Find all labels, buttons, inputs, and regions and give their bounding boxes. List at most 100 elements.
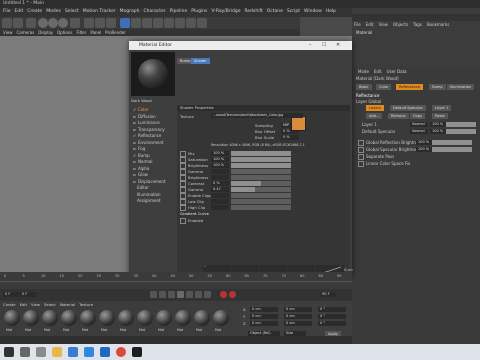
channel-checkbox[interactable]: ✓ (133, 153, 137, 158)
am-menu-mode[interactable]: Mode (358, 69, 369, 74)
channel-normal[interactable]: ▫ Normal (133, 159, 152, 164)
menu-item-file[interactable]: File (3, 9, 11, 14)
channel-checkbox[interactable]: ▫ (133, 172, 137, 177)
view-menu-panel[interactable]: Panel (90, 30, 101, 35)
mat-menu-view[interactable]: View (31, 302, 40, 307)
channel-checkbox[interactable]: ▫ (133, 120, 137, 125)
channel-alpha[interactable]: ▫ Alpha (133, 166, 149, 171)
channel-checkbox[interactable]: ▫ (133, 159, 137, 164)
subdivision-icon[interactable] (142, 18, 152, 28)
channel-checkbox[interactable]: ▫ (133, 166, 137, 171)
view-menu-cameras[interactable]: Cameras (17, 30, 35, 35)
menu-item-create[interactable]: Create (27, 9, 42, 14)
menu-item-motion-tracker[interactable]: Motion Tracker (83, 9, 116, 14)
layer-remove-button[interactable]: Remove (388, 113, 409, 119)
channel-checkbox[interactable]: ✓ (133, 107, 137, 112)
autokey-icon[interactable] (229, 291, 236, 298)
undo-icon[interactable] (2, 18, 12, 28)
edge-icon[interactable] (68, 347, 78, 357)
layer-add-button[interactable]: Add... (366, 113, 383, 119)
channel-environment[interactable]: ▫ Environment (133, 140, 164, 145)
coord-size-field[interactable]: 0 cm (284, 321, 312, 326)
render-picture-icon[interactable] (95, 18, 105, 28)
material-swatch[interactable] (156, 310, 172, 326)
prop-slider[interactable] (231, 181, 291, 186)
menu-item-edit[interactable]: Edit (15, 9, 24, 14)
first-frame-icon[interactable] (150, 291, 157, 298)
render-view-icon[interactable] (84, 18, 94, 28)
tab-bump[interactable]: Bump (429, 84, 446, 90)
start-frame-field[interactable]: 0 F (3, 292, 19, 297)
cinema4d-icon[interactable] (132, 347, 142, 357)
layer-mode-select[interactable]: Normal (410, 122, 428, 127)
play-icon[interactable] (177, 291, 184, 298)
prop-value-field[interactable]: 100 % (211, 163, 229, 168)
pen-icon[interactable] (131, 18, 141, 28)
channel-checkbox[interactable]: ▫ (133, 114, 137, 119)
channel-illumination[interactable]: Illumination (137, 192, 161, 197)
menu-item-window[interactable]: Window (304, 9, 322, 14)
global-option[interactable]: Global Specular Brightness (358, 147, 420, 153)
channel-bump[interactable]: ✓ Bump (133, 153, 150, 158)
material-name[interactable]: Dark Wood (131, 98, 152, 103)
am-menu-edit[interactable]: Edit (374, 69, 382, 74)
next-key-icon[interactable] (195, 291, 202, 298)
menu-item-help[interactable]: Help (326, 9, 336, 14)
prop-slider[interactable] (231, 151, 291, 156)
layer-mode-select[interactable]: Normal (410, 129, 428, 134)
next-frame-icon[interactable] (186, 291, 193, 298)
channel-assignment[interactable]: Assignment (137, 198, 161, 203)
layer-row[interactable]: Default Specular (362, 129, 395, 134)
move-icon[interactable] (26, 18, 36, 28)
end-frame-field[interactable]: 90 F (320, 292, 336, 297)
last-frame-icon[interactable] (204, 291, 211, 298)
prop-value-field[interactable]: 0.47 (211, 187, 229, 192)
tab-basic[interactable]: Basic (356, 84, 372, 90)
prop-slider[interactable] (231, 169, 291, 174)
redo-icon[interactable] (13, 18, 23, 28)
om-menu-bookmarks[interactable]: Bookmarks (427, 22, 449, 27)
menu-item-character[interactable]: Character (143, 9, 165, 14)
prop-value-field[interactable] (211, 193, 229, 198)
enabled-option[interactable]: Enabled (180, 218, 203, 224)
global-option[interactable]: Linear Color Space Fix (358, 161, 410, 167)
global-option[interactable]: Separate Pass (358, 154, 394, 160)
view-menu-options[interactable]: Options (57, 30, 72, 35)
prop-slider[interactable] (231, 163, 291, 168)
channel-displacement[interactable]: ▫ Displacement (133, 179, 166, 184)
blur-scale-field[interactable]: 0 % (281, 135, 299, 140)
floor-icon[interactable] (175, 18, 185, 28)
global-option[interactable]: Global Reflection Brightness (358, 140, 423, 146)
prop-value-field[interactable]: 100 % (211, 157, 229, 162)
material-swatch[interactable] (61, 310, 77, 326)
coord-size-field[interactable]: 0 cm (284, 314, 312, 319)
channel-color[interactable]: ✓ Color (133, 107, 148, 112)
layer-paste-button[interactable]: Paste (432, 113, 448, 119)
menu-item-redshift[interactable]: Redshift (244, 9, 262, 14)
menu-item-modes[interactable]: Modes (46, 9, 61, 14)
menu-item-script[interactable]: Script (287, 9, 300, 14)
channel-glow[interactable]: ▫ Glow (133, 172, 148, 177)
material-swatch[interactable] (99, 310, 115, 326)
mail-icon[interactable] (84, 347, 94, 357)
prop-value-field[interactable]: 100 % (211, 151, 229, 156)
layer-1-button[interactable]: Layer 1 (432, 105, 452, 111)
menu-item-v-ray-bridge[interactable]: V-Ray/Bridge (211, 9, 240, 14)
word-icon[interactable] (100, 347, 110, 357)
chrome-icon[interactable] (116, 347, 126, 357)
channel-checkbox[interactable]: ▫ (133, 179, 137, 184)
channel-diffusion[interactable]: ▫ Diffusion (133, 114, 156, 119)
menu-item-select[interactable]: Select (65, 9, 79, 14)
mat-menu-select[interactable]: Select (44, 302, 56, 307)
channel-fog[interactable]: ▫ Fog (133, 146, 145, 151)
view-menu-filter[interactable]: Filter (76, 30, 86, 35)
global-value-field[interactable]: 100 % (416, 140, 432, 145)
prev-frame-icon[interactable] (168, 291, 175, 298)
prop-slider[interactable] (231, 199, 291, 204)
prop-value-field[interactable] (211, 169, 229, 174)
coord-rot-field[interactable]: 0 ° (318, 307, 346, 312)
menu-item-plugins[interactable]: Plugins (191, 9, 207, 14)
texture-swatch[interactable] (291, 116, 306, 131)
material-swatch[interactable] (194, 310, 210, 326)
tab-illumination[interactable]: Illumination (447, 84, 475, 90)
